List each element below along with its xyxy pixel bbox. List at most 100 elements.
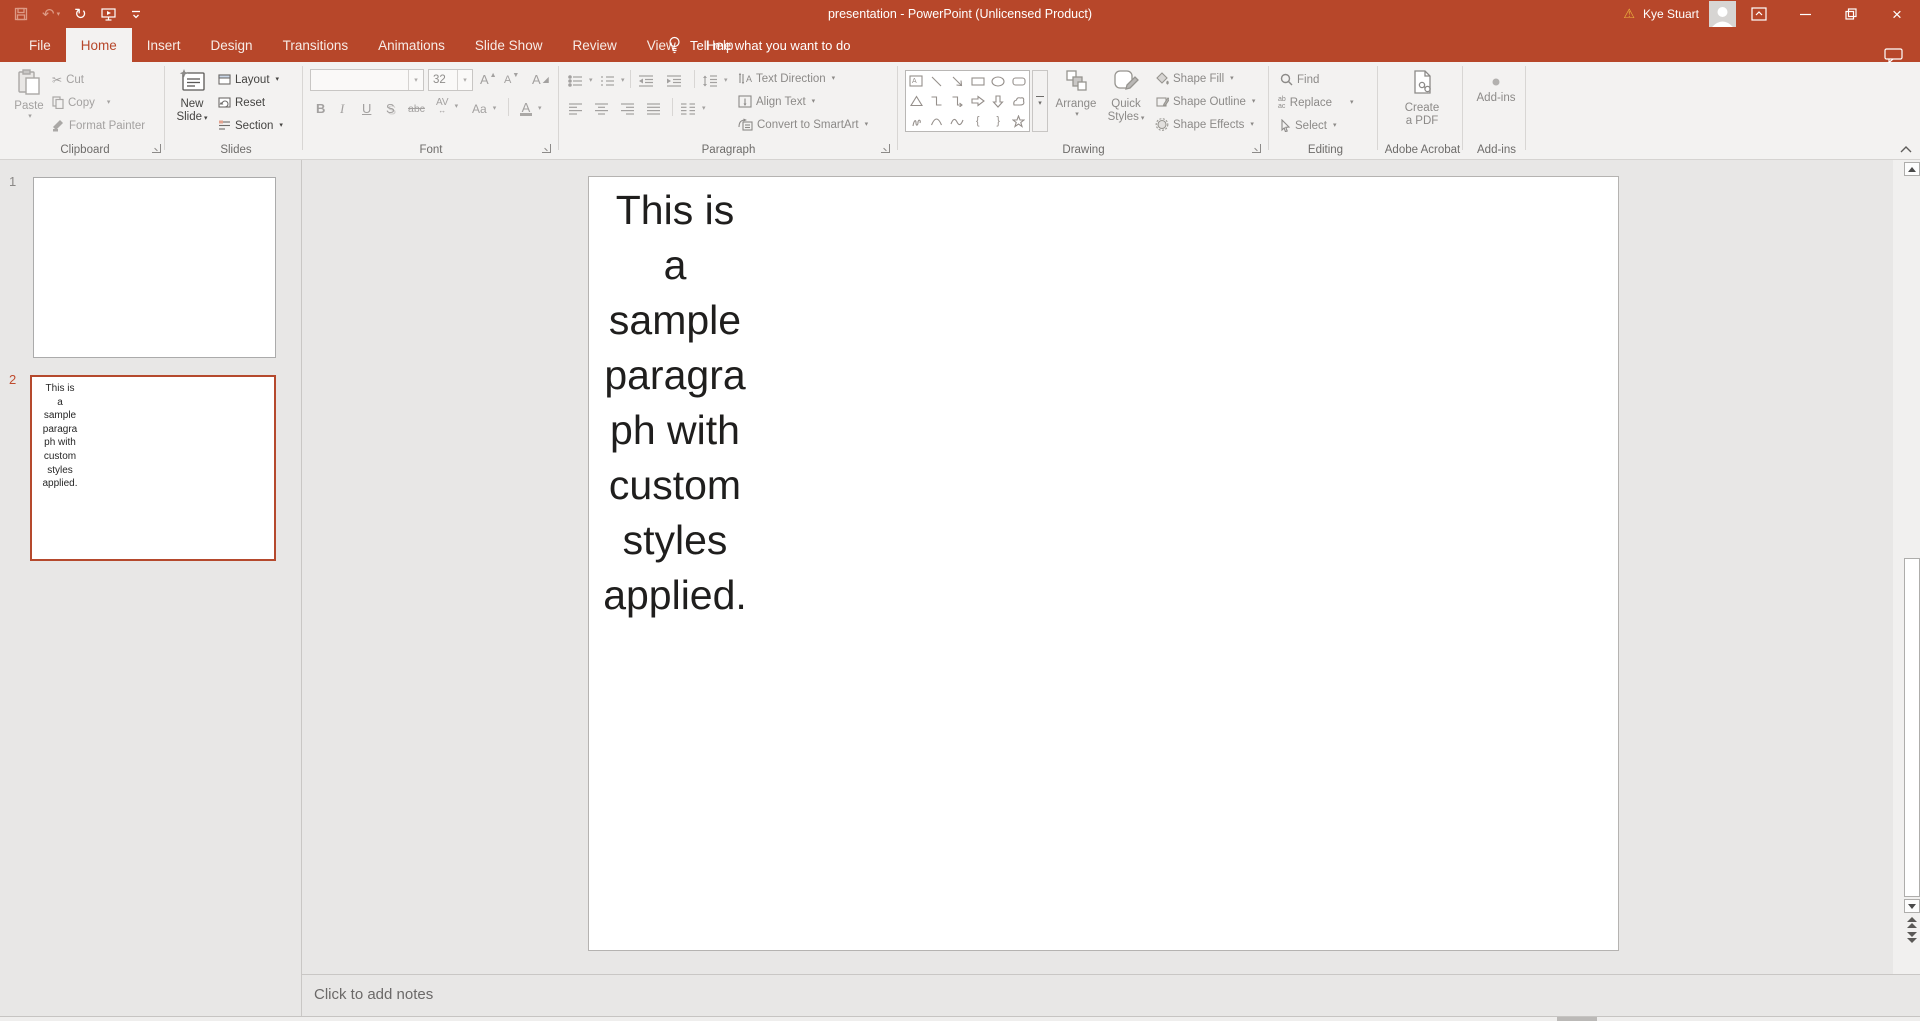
tab-animations[interactable]: Animations [363,28,460,62]
font-dialog-launcher[interactable] [542,144,551,153]
drawing-dialog-launcher[interactable] [1252,144,1261,153]
shape-outline-button[interactable]: Shape Outline▾ [1155,91,1255,112]
align-center-button[interactable] [594,98,609,119]
brace-left-icon[interactable]: { [969,112,987,130]
tell-me-box[interactable]: Tell me what you want to do [668,28,850,62]
replace-button[interactable]: abac Replace▾ [1278,92,1354,113]
select-button[interactable]: Select▾ [1280,115,1336,136]
scroll-up-button[interactable] [1904,162,1920,176]
font-size-combo[interactable]: 32 ▾ [428,69,473,91]
block-arrow-down-icon[interactable] [989,92,1007,110]
comments-icon[interactable] [1884,48,1903,63]
tab-review[interactable]: Review [557,28,631,62]
tab-insert[interactable]: Insert [132,28,196,62]
redo-icon[interactable]: ↻ [74,7,87,22]
paste-button[interactable]: Paste▾ [10,65,48,143]
line-icon[interactable] [928,72,946,90]
freeform-icon[interactable] [1010,92,1028,110]
bullets-button[interactable]: ▾ [568,70,593,91]
arrow-icon[interactable] [948,72,966,90]
shape-effects-button[interactable]: Shape Effects▾ [1155,114,1254,135]
quick-styles-button[interactable]: Quick Styles▾ [1103,65,1149,143]
slide-text[interactable]: This isasampleparagraph withcustomstyles… [593,183,757,623]
collapse-ribbon-icon[interactable] [1899,145,1913,154]
clear-formatting-button[interactable]: A◢ [532,69,549,90]
text-box-icon[interactable]: A [907,72,925,90]
font-size-dropdown-icon[interactable]: ▾ [457,70,472,90]
bold-button[interactable]: B [316,98,325,119]
block-arrow-right-icon[interactable] [969,92,987,110]
tab-design[interactable]: Design [196,28,268,62]
create-pdf-button[interactable]: Create a PDF [1391,65,1453,143]
undo-icon[interactable]: ↶▾ [42,7,60,22]
rectangle-icon[interactable] [969,72,987,90]
notes-placeholder[interactable]: Click to add notes [314,975,433,1017]
triangle-icon[interactable] [907,92,925,110]
font-color-button[interactable]: A ▾ [520,98,542,119]
justify-button[interactable] [646,98,661,119]
clipboard-dialog-launcher[interactable] [152,144,161,153]
customize-qat-icon[interactable] [130,8,142,20]
notes-pane[interactable]: Click to add notes [302,974,1920,1016]
tab-file[interactable]: File [14,28,66,62]
format-painter-button[interactable]: Format Painter [52,115,145,136]
curve-icon[interactable] [948,112,966,130]
text-shadow-button[interactable]: S [386,98,395,119]
avatar[interactable] [1709,1,1736,27]
star-icon[interactable] [1010,112,1028,130]
arc-icon[interactable] [928,112,946,130]
elbow-connector-icon[interactable] [928,92,946,110]
shape-gallery-more-button[interactable]: ▾ [1032,70,1048,132]
numbering-button[interactable]: ▾ [600,70,625,91]
align-text-button[interactable]: Align Text▾ [738,91,815,112]
font-name-combo[interactable]: ▾ [310,69,424,91]
tab-home[interactable]: Home [66,28,132,62]
close-button[interactable]: × [1874,0,1920,28]
tab-slide-show[interactable]: Slide Show [460,28,558,62]
text-direction-button[interactable]: A Text Direction▾ [738,68,835,89]
paragraph-dialog-launcher[interactable] [881,144,890,153]
find-button[interactable]: Find [1280,69,1319,90]
cut-button[interactable]: ✂ Cut [52,69,84,90]
layout-button[interactable]: Layout▾ [218,69,279,90]
minimize-button[interactable] [1782,0,1828,28]
arrange-button[interactable]: Arrange▾ [1053,65,1099,143]
reset-button[interactable]: Reset [218,92,265,113]
underline-button[interactable]: U [362,98,371,119]
scroll-down-button[interactable] [1904,899,1920,913]
tab-transitions[interactable]: Transitions [268,28,364,62]
align-left-button[interactable] [568,98,583,119]
ribbon-display-options-icon[interactable] [1736,0,1782,28]
columns-button[interactable]: ▾ [680,98,706,119]
shape-fill-button[interactable]: Shape Fill▾ [1155,68,1234,89]
add-ins-button[interactable]: Add-ins [1470,65,1522,143]
line-spacing-button[interactable]: ▾ [702,70,728,91]
decrease-indent-button[interactable] [638,70,654,91]
scrollbar-thumb[interactable] [1904,558,1920,897]
previous-slide-button[interactable] [1907,917,1917,928]
increase-indent-button[interactable] [666,70,682,91]
start-slideshow-icon[interactable] [101,7,116,21]
elbow-arrow-icon[interactable] [948,92,966,110]
scribble-icon[interactable] [907,112,925,130]
decrease-font-size-button[interactable]: A▼ [504,69,519,90]
new-slide-button[interactable]: New Slide▾ [172,65,212,143]
oval-icon[interactable] [989,72,1007,90]
save-icon[interactable] [14,7,28,21]
slide-2-thumbnail[interactable]: This isasampleparagraph withcustomstyles… [30,375,276,561]
convert-to-smartart-button[interactable]: Convert to SmartArt▾ [738,114,868,135]
slide-canvas[interactable]: This isasampleparagraph withcustomstyles… [588,176,1619,951]
restore-button[interactable] [1828,0,1874,28]
next-slide-button[interactable] [1907,932,1917,943]
strikethrough-button[interactable]: abc [408,98,425,119]
increase-font-size-button[interactable]: A▲ [480,69,497,90]
section-button[interactable]: Section▾ [218,115,283,136]
change-case-button[interactable]: Aa▾ [472,98,496,119]
align-right-button[interactable] [620,98,635,119]
copy-button[interactable]: Copy▾ [52,92,110,113]
italic-button[interactable]: I [340,98,344,119]
account-name[interactable]: Kye Stuart [1643,7,1699,21]
font-name-dropdown-icon[interactable]: ▾ [408,70,423,90]
rounded-rectangle-icon[interactable] [1010,72,1028,90]
character-spacing-button[interactable]: AV↔ ▾ [436,96,458,117]
